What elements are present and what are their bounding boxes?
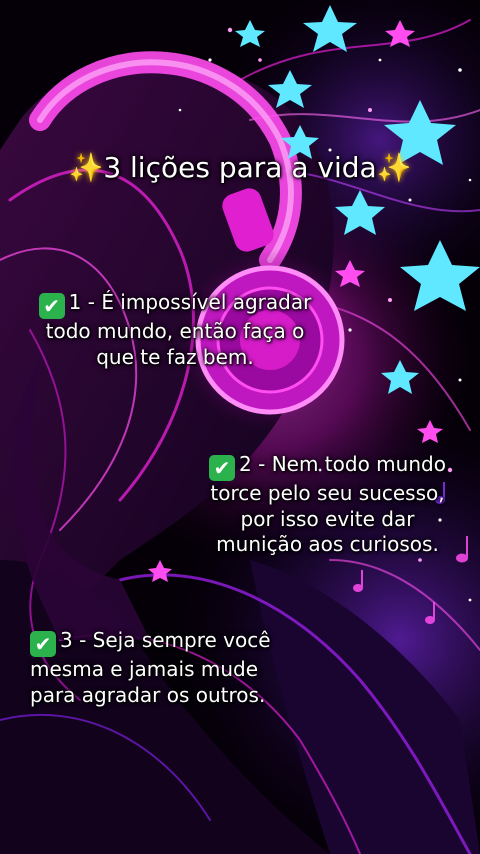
lesson-line: mesma e jamais mude	[30, 657, 259, 681]
check-mark-icon: ✔	[38, 293, 65, 319]
sparkles-icon: ✨	[68, 151, 104, 184]
lesson-line: que te faz bem.	[96, 344, 254, 369]
lesson-line: todo mundo, então faça o	[45, 319, 305, 343]
lesson-line: por isso evite dar	[240, 506, 415, 531]
story-canvas: ✨3 lições para a vida✨ ✔ 1 - É impossível…	[0, 0, 480, 854]
lesson-1: ✔ 1 - É impossível agradar todo mundo, en…	[30, 290, 320, 370]
check-mark-icon: ✔	[209, 455, 236, 481]
lesson-line: torce pelo seu sucesso,	[210, 481, 445, 505]
lesson-line: ✔ 3 - Seja sempre você	[30, 628, 290, 657]
lesson-line: ✔ 2 - Nem todo mundo	[200, 452, 455, 481]
lesson-2: ✔ 2 - Nem todo mundo torce pelo seu suces…	[200, 452, 455, 558]
lesson-line: ✔ 1 - É impossível agradar	[30, 290, 320, 319]
lesson-line: munição aos curiosos.	[216, 532, 439, 557]
story-title-text: 3 lições para a vida	[103, 151, 377, 184]
lesson-line: para agradar os outros.	[30, 682, 266, 707]
neon-headphones-illustration	[0, 0, 480, 854]
lesson-3: ✔ 3 - Seja sempre você mesma e jamais mud…	[30, 628, 290, 708]
check-mark-icon: ✔	[30, 631, 56, 657]
story-title: ✨3 lições para a vida✨	[0, 150, 480, 186]
sparkles-icon: ✨	[376, 151, 412, 184]
